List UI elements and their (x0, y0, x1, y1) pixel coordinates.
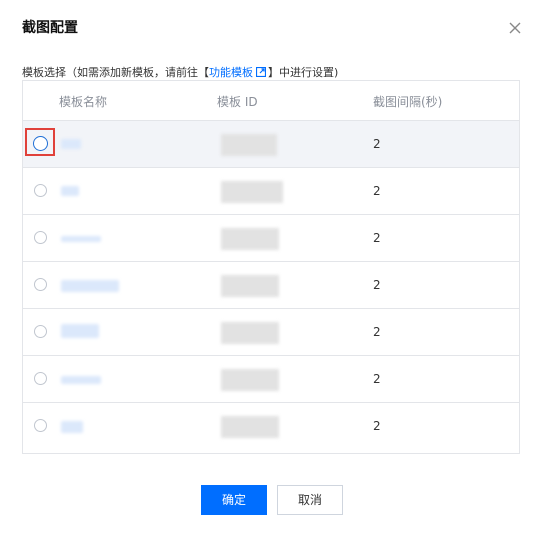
column-interval: 截图间隔(秒) (373, 95, 443, 109)
radio-button[interactable] (34, 231, 47, 244)
template-id-redacted (221, 369, 279, 391)
interval-value: 2 (373, 419, 381, 433)
radio-button[interactable] (34, 184, 47, 197)
template-id-redacted (221, 322, 279, 344)
hint-suffix: 】中进行设置) (268, 66, 339, 79)
hint-prefix: 模板选择（如需添加新模板，请前往【 (22, 66, 209, 79)
column-template-id: 模板 ID (217, 95, 258, 109)
table-row[interactable]: 2 (23, 121, 519, 168)
template-name-redacted (61, 421, 83, 433)
column-template-name: 模板名称 (59, 95, 108, 109)
cancel-button[interactable]: 取消 (277, 485, 343, 515)
radio-button[interactable] (33, 136, 48, 151)
table-row[interactable]: 2 (23, 403, 519, 450)
template-id-redacted (221, 134, 277, 156)
radio-button[interactable] (34, 419, 47, 432)
template-name-redacted (61, 139, 81, 149)
interval-value: 2 (373, 137, 381, 151)
confirm-button[interactable]: 确定 (201, 485, 267, 515)
template-id-redacted (221, 275, 279, 297)
template-name-redacted (61, 236, 101, 242)
template-id-redacted (221, 228, 279, 250)
template-hint: 模板选择（如需添加新模板，请前往【功能模板 】中进行设置) (22, 64, 338, 80)
template-name-redacted (61, 280, 119, 292)
radio-button[interactable] (34, 278, 47, 291)
table-header: 模板名称 模板 ID 截图间隔(秒) (23, 81, 519, 121)
template-id-redacted (221, 416, 279, 438)
close-icon[interactable] (508, 21, 522, 35)
table-row[interactable]: 2 (23, 262, 519, 309)
interval-value: 2 (373, 184, 381, 198)
template-name-redacted (61, 186, 79, 196)
radio-button[interactable] (34, 325, 47, 338)
template-name-redacted (61, 376, 101, 384)
table-row[interactable]: 2 (23, 168, 519, 215)
external-link-icon[interactable] (256, 67, 266, 77)
template-id-redacted (221, 181, 283, 203)
table-row[interactable]: 2 (23, 215, 519, 262)
template-table: 模板名称 模板 ID 截图间隔(秒) 2 2 2 2 2 2 2 (22, 80, 520, 454)
interval-value: 2 (373, 278, 381, 292)
feature-template-link[interactable]: 功能模板 (209, 66, 253, 79)
interval-value: 2 (373, 325, 381, 339)
radio-button[interactable] (34, 372, 47, 385)
dialog-title: 截图配置 (22, 20, 78, 36)
interval-value: 2 (373, 231, 381, 245)
template-name-redacted (61, 324, 99, 338)
table-row[interactable]: 2 (23, 309, 519, 356)
table-row[interactable]: 2 (23, 356, 519, 403)
interval-value: 2 (373, 372, 381, 386)
